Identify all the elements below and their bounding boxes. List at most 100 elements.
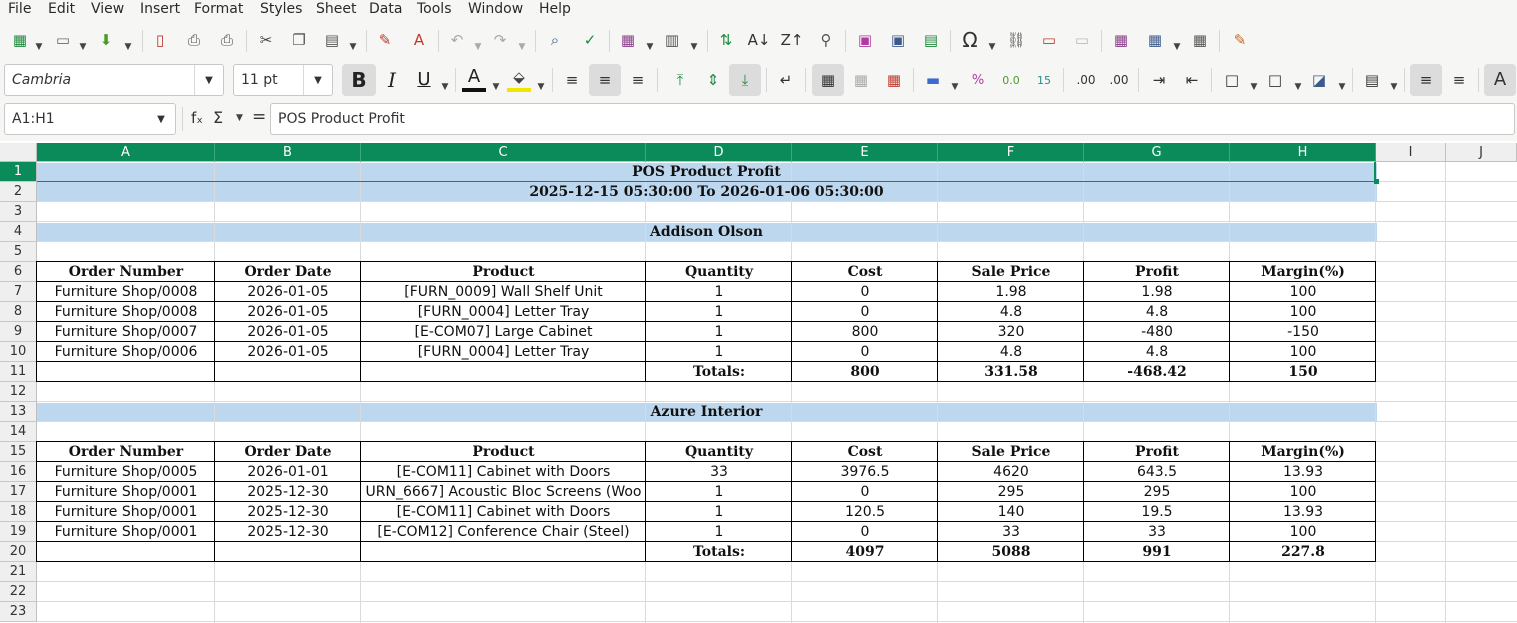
chevron-down-icon[interactable]: ▼ <box>303 65 332 95</box>
table-cell[interactable]: 0 <box>792 482 938 502</box>
table-cell[interactable]: -150 <box>1230 322 1376 342</box>
table-cell[interactable]: 295 <box>1084 482 1230 502</box>
column-header-a[interactable]: A <box>37 143 215 162</box>
increase-indent-icon[interactable]: ⇥ <box>1147 68 1171 92</box>
draw-functions-icon[interactable]: ✎ <box>1228 28 1252 52</box>
column-header-i[interactable]: I <box>1376 143 1446 162</box>
table-cell[interactable]: 2026-01-05 <box>215 342 361 362</box>
font-name-box[interactable]: Cambria ▼ <box>4 64 224 96</box>
chevron-down-icon[interactable]: ▼ <box>517 35 527 59</box>
bold-icon[interactable]: B <box>342 64 376 96</box>
row-icon[interactable]: ▦ <box>616 28 640 52</box>
column-header-f[interactable]: F <box>938 143 1084 162</box>
chevron-down-icon[interactable]: ▼ <box>236 113 243 123</box>
table-cell[interactable]: 2026-01-05 <box>215 322 361 342</box>
column-title[interactable]: Order Date <box>215 442 361 462</box>
table-cell[interactable]: Furniture Shop/0001 <box>37 482 215 502</box>
chevron-down-icon[interactable]: ▼ <box>147 104 175 134</box>
table-cell[interactable]: 4.8 <box>938 342 1084 362</box>
align-middle-icon[interactable]: ⇕ <box>701 68 725 92</box>
align-center-icon[interactable]: ≡ <box>589 64 621 96</box>
row-header-10[interactable]: 10 <box>0 342 37 362</box>
totals-value[interactable]: 227.8 <box>1230 542 1376 562</box>
table-cell[interactable]: 4.8 <box>938 302 1084 322</box>
chevron-down-icon[interactable]: ▼ <box>645 35 655 59</box>
special-character-icon[interactable]: Ω <box>958 28 982 52</box>
chevron-down-icon[interactable]: ▼ <box>1337 75 1347 99</box>
chevron-down-icon[interactable]: ▼ <box>491 75 501 99</box>
table-cell[interactable]: 1 <box>646 302 792 322</box>
column-header-e[interactable]: E <box>792 143 938 162</box>
open-folder-icon[interactable]: ▭ <box>51 28 75 52</box>
date-format-icon[interactable]: 15 <box>1032 68 1056 92</box>
table-cell[interactable]: 0 <box>792 342 938 362</box>
wrap-text-icon[interactable]: ↵ <box>774 68 798 92</box>
column-icon[interactable]: ▥ <box>660 28 684 52</box>
menu-help[interactable]: Help <box>539 0 571 18</box>
underline-icon[interactable]: U <box>412 68 436 92</box>
row-header-17[interactable]: 17 <box>0 482 37 502</box>
column-header-c[interactable]: C <box>361 143 646 162</box>
table-cell[interactable]: 3976.5 <box>792 462 938 482</box>
table-cell[interactable]: 1.98 <box>1084 282 1230 302</box>
totals-label[interactable]: Totals: <box>646 362 792 382</box>
totals-value[interactable]: -468.42 <box>1084 362 1230 382</box>
freeze-rows-icon[interactable]: ▦ <box>1143 28 1167 52</box>
row-header-4[interactable]: 4 <box>0 222 37 242</box>
column-title[interactable]: Sale Price <box>938 262 1084 282</box>
table-cell[interactable]: Furniture Shop/0007 <box>37 322 215 342</box>
table-cell[interactable]: -480 <box>1084 322 1230 342</box>
formula-input[interactable]: POS Product Profit <box>270 103 1515 135</box>
chevron-down-icon[interactable]: ▼ <box>536 75 546 99</box>
table-cell[interactable]: Furniture Shop/0001 <box>37 502 215 522</box>
column-title[interactable]: Quantity <box>646 442 792 462</box>
new-document-icon[interactable]: ▦ <box>8 28 32 52</box>
column-title[interactable]: Profit <box>1084 442 1230 462</box>
font-color-icon[interactable]: A <box>462 66 486 92</box>
table-cell[interactable]: 4.8 <box>1084 342 1230 362</box>
customer-name[interactable]: Azure Interior <box>37 402 1376 422</box>
column-header-d[interactable]: D <box>646 143 792 162</box>
column-title[interactable]: Sale Price <box>938 442 1084 462</box>
column-title[interactable]: Product <box>361 262 646 282</box>
table-cell[interactable]: Furniture Shop/0008 <box>37 302 215 322</box>
row-header-9[interactable]: 9 <box>0 322 37 342</box>
chevron-down-icon[interactable]: ▼ <box>1249 75 1259 99</box>
chevron-down-icon[interactable]: ▼ <box>34 35 44 59</box>
table-cell[interactable]: 0 <box>792 522 938 542</box>
table-cell[interactable]: 100 <box>1230 482 1376 502</box>
styles-sidebar-icon[interactable]: A <box>1484 64 1516 96</box>
report-date-range[interactable]: 2025-12-15 05:30:00 To 2026-01-06 05:30:… <box>37 182 1376 202</box>
highlight-color-icon[interactable]: ⬙ <box>507 66 531 92</box>
split-window-icon[interactable]: ▦ <box>1188 28 1212 52</box>
row-header-21[interactable]: 21 <box>0 562 37 582</box>
menu-styles[interactable]: Styles <box>260 0 302 18</box>
column-title[interactable]: Margin(%) <box>1230 442 1376 462</box>
chevron-down-icon[interactable]: ▼ <box>1389 75 1399 99</box>
align-top-icon[interactable]: ⤒ <box>668 68 692 92</box>
sort-ascending-icon[interactable]: A↓ <box>747 28 771 52</box>
name-box[interactable]: A1:H1 ▼ <box>4 103 176 135</box>
chevron-down-icon[interactable]: ▼ <box>440 75 450 99</box>
clear-formatting-icon[interactable]: A <box>407 28 431 52</box>
customer-name[interactable]: Addison Olson <box>37 222 1376 242</box>
row-header-22[interactable]: 22 <box>0 582 37 602</box>
row-header-3[interactable]: 3 <box>0 202 37 222</box>
menu-data[interactable]: Data <box>369 0 402 18</box>
menu-insert[interactable]: Insert <box>140 0 180 18</box>
chevron-down-icon[interactable]: ▼ <box>1172 35 1182 59</box>
insert-chart-icon[interactable]: ▣ <box>886 28 910 52</box>
totals-value[interactable]: 331.58 <box>938 362 1084 382</box>
table-cell[interactable]: 19.5 <box>1084 502 1230 522</box>
menu-tools[interactable]: Tools <box>417 0 452 18</box>
table-cell[interactable]: 140 <box>938 502 1084 522</box>
merge-cells-icon[interactable]: ▦ <box>849 68 873 92</box>
table-cell[interactable]: 33 <box>646 462 792 482</box>
column-title[interactable]: Product <box>361 442 646 462</box>
table-cell[interactable]: 120.5 <box>792 502 938 522</box>
table-cell[interactable]: 2025-12-30 <box>215 482 361 502</box>
menu-format[interactable]: Format <box>194 0 243 18</box>
text-direction-rtl-icon[interactable]: ≡ <box>1447 68 1471 92</box>
table-cell[interactable]: 295 <box>938 482 1084 502</box>
spelling-icon[interactable]: ✓ <box>578 28 602 52</box>
